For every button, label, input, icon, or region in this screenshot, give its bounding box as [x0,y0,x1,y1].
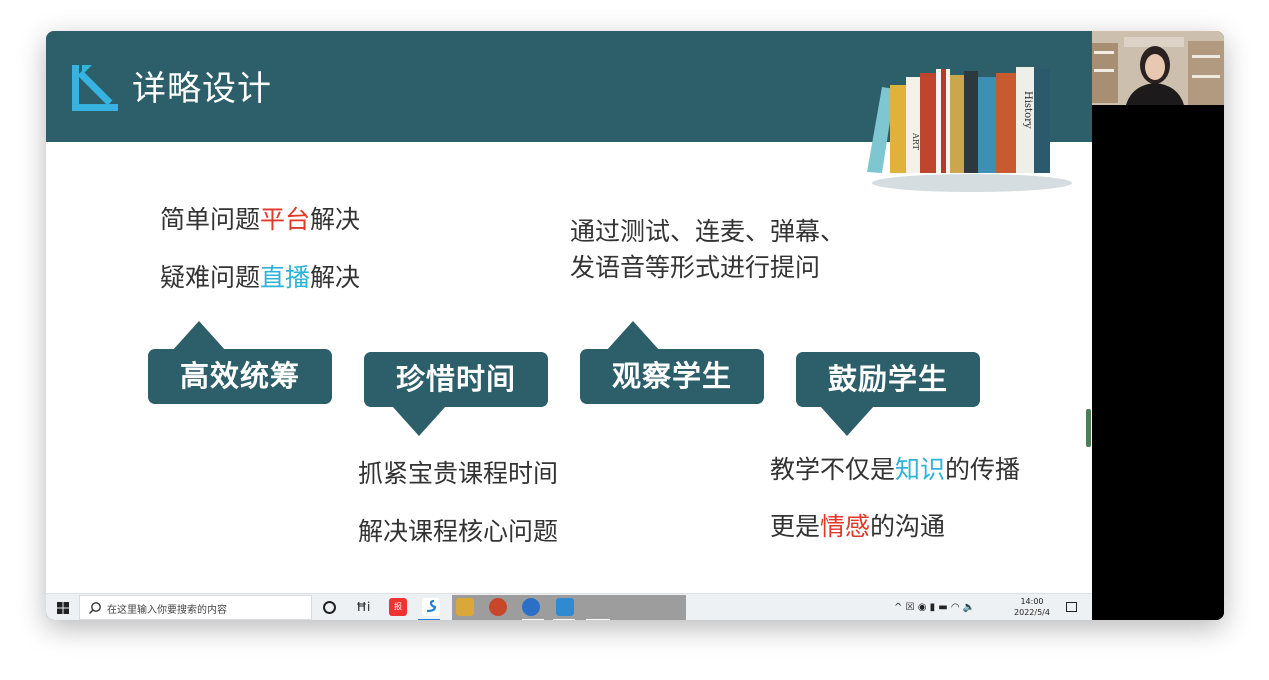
scrollbar-thumb[interactable] [1086,409,1091,447]
encourage-line2: 更是情感的沟通 [770,510,945,544]
question-methods-line2: 发语音等形式进行提问 [570,253,821,282]
taskbar-search-input[interactable]: 在这里输入你要搜索的内容 [79,595,312,620]
box-observe-students: 观察学生 [580,349,764,404]
art-spine-label: ART [911,132,920,151]
simple-problem-line: 简单问题平台解决 [160,203,360,237]
running-indicator [586,619,610,620]
meeting-window: 详略设计 ART History 简单问题平台解决 疑难问题直播解决 通过测试、… [46,31,1224,620]
hard-problem-line: 疑难问题直播解决 [160,261,360,295]
question-methods-line1: 通过测试、连麦、弹幕、 [570,217,846,246]
cherish-time-line2: 解决课程核心问题 [358,517,559,546]
meeting-app-icon[interactable] [522,598,540,616]
cortana-icon[interactable] [323,601,336,614]
history-spine-label: History [1022,91,1033,129]
highlight-blue: 直播 [260,263,311,292]
books-illustration: ART History [867,67,1072,192]
text-part: 解决 [310,263,361,292]
powerpoint-icon[interactable] [489,598,507,616]
text-part: 教学不仅是 [770,455,896,484]
cherish-time-line1: 抓紧宝贵课程时间 [358,459,559,488]
clock-date: 2022/5/4 [1014,608,1050,617]
taskbar-clock[interactable]: 14:00 2022/5/4 [1010,596,1054,618]
text-part: 解决 [310,205,361,234]
slide-title: 详略设计 [132,69,272,109]
box-cherish-time: 珍惜时间 [364,352,548,407]
clock-time: 14:00 [1020,597,1044,606]
windows-taskbar: 在这里输入你要搜索的内容 Ħi 报 ^ ☒ ◉ ▮ ▬ ◠ 🔈 14:00 20… [46,593,1092,620]
text-part: 的沟通 [870,512,946,541]
photos-app-icon[interactable] [556,598,574,616]
callout-pointer-up [172,321,226,351]
highlight-red: 情感 [820,512,871,541]
search-icon [89,602,101,614]
presentation-slide: 详略设计 ART History 简单问题平台解决 疑难问题直播解决 通过测试、… [46,31,1092,593]
running-indicator [553,619,575,620]
callout-pointer-down [820,406,874,436]
taskbar-app-red-icon[interactable]: 报 [389,598,407,616]
text-part: 简单问题 [160,205,261,234]
video-sidebar [1092,31,1224,620]
system-tray-icons[interactable]: ^ ☒ ◉ ▮ ▬ ◠ 🔈 [894,602,975,613]
callout-pointer-up [606,321,660,351]
box-encourage-students: 鼓励学生 [796,352,980,407]
search-placeholder: 在这里输入你要搜索的内容 [107,605,227,616]
callout-pointer-down [392,406,446,436]
text-part: 疑难问题 [160,263,261,292]
box-efficient-planning: 高效统筹 [148,349,332,404]
notification-center-icon[interactable] [1066,602,1077,612]
text-part: 的传播 [945,455,1021,484]
arrow-down-right-icon [72,65,118,111]
windows-start-icon[interactable] [57,602,69,614]
task-view-icon[interactable]: Ħi [356,600,370,617]
encourage-line1: 教学不仅是知识的传播 [770,453,1020,487]
webcam-feed [1092,31,1224,105]
running-indicator [522,619,544,620]
highlight-red: 平台 [260,205,311,234]
running-indicator [418,619,440,620]
text-part: 更是 [770,512,821,541]
highlight-blue: 知识 [895,455,946,484]
file-explorer-icon[interactable] [456,598,474,616]
taskbar-app-browser-icon[interactable] [422,598,440,616]
